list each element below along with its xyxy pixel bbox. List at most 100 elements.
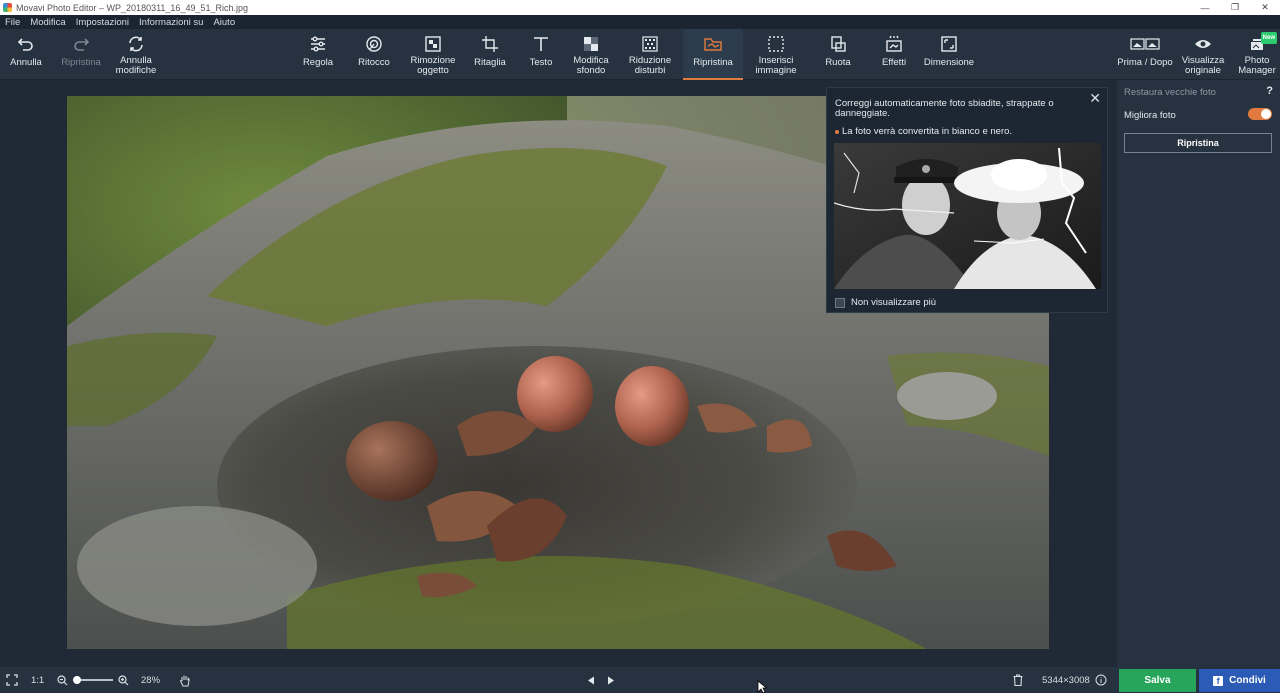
tool-resize[interactable]: Dimensione: [922, 29, 976, 80]
rotate-icon: [828, 34, 848, 54]
popup-note-text: La foto verrà convertita in bianco e ner…: [842, 126, 1013, 137]
maximize-icon[interactable]: ❐: [1220, 0, 1250, 15]
photo-manager-button[interactable]: New Photo Manager: [1234, 29, 1280, 80]
fullscreen-icon[interactable]: [6, 667, 18, 693]
show-original-button[interactable]: Visualizza originale: [1180, 29, 1226, 80]
photo-manager-label-2: Manager: [1238, 65, 1276, 76]
resize-label: Dimensione: [923, 57, 975, 68]
app-logo-icon: [3, 3, 12, 12]
previous-image-icon[interactable]: [587, 667, 595, 693]
sliders-icon: [308, 34, 328, 54]
minimize-icon[interactable]: —: [1190, 0, 1220, 15]
sample-old-photo: [834, 143, 1101, 289]
text-icon: [531, 34, 551, 54]
restore-label: Ripristina: [693, 57, 733, 68]
tool-insert-image[interactable]: Inserisci immagine: [752, 29, 800, 80]
eye-icon: [1193, 34, 1213, 54]
tool-rotate[interactable]: Ruota: [818, 29, 858, 80]
tool-crop[interactable]: Ritaglia: [470, 29, 510, 80]
adjust-label: Regola: [302, 57, 334, 68]
enhance-label: Migliora foto: [1124, 110, 1176, 121]
retouch-icon: [364, 34, 384, 54]
undo-button[interactable]: Annulla: [5, 29, 47, 80]
facebook-icon: f: [1213, 675, 1224, 686]
text-label: Testo: [529, 57, 553, 68]
retouch-label: Ritocco: [358, 57, 390, 68]
title-bar: Movavi Photo Editor – WP_20180311_16_49_…: [0, 0, 1280, 15]
rotate-label: Ruota: [825, 57, 851, 68]
menu-file[interactable]: File: [0, 17, 25, 28]
noise-icon: [640, 34, 660, 54]
insert-image-label-2: immagine: [755, 65, 797, 76]
dont-show-label: Non visualizzare più: [851, 297, 937, 308]
insert-image-icon: [766, 34, 786, 54]
new-badge: New: [1260, 32, 1277, 44]
before-after-button[interactable]: Prima / Dopo: [1116, 29, 1174, 80]
refresh-icon: [126, 34, 146, 54]
info-icon[interactable]: [1095, 667, 1107, 693]
help-icon[interactable]: ?: [1266, 85, 1273, 97]
redo-icon: [71, 34, 91, 54]
mouse-cursor-icon: [757, 680, 768, 693]
crop-label: Ritaglia: [474, 57, 506, 68]
before-after-icon: [1130, 34, 1160, 54]
tool-adjust[interactable]: Regola: [296, 29, 340, 80]
toolbar: Annulla Ripristina Annulla modifiche Rego…: [0, 29, 1280, 80]
undo-all-label-2: modifiche: [115, 65, 157, 76]
undo-icon: [16, 34, 36, 54]
share-button[interactable]: f Condivi: [1199, 669, 1280, 692]
restore-button[interactable]: Ripristina: [1124, 133, 1272, 153]
undo-all-button[interactable]: Annulla modifiche: [112, 29, 160, 80]
window-title: Movavi Photo Editor – WP_20180311_16_49_…: [16, 2, 248, 13]
undo-label: Annulla: [10, 57, 42, 68]
image-dimensions: 5344×3008: [1042, 674, 1090, 686]
tool-text[interactable]: Testo: [522, 29, 560, 80]
resize-icon: [939, 34, 959, 54]
tool-change-background[interactable]: Modifica sfondo: [570, 29, 612, 80]
zoom-out-icon[interactable]: [57, 667, 68, 693]
share-label: Condivi: [1229, 675, 1266, 686]
enhance-toggle[interactable]: [1248, 108, 1272, 120]
popup-note: La foto verrà convertita in bianco e ner…: [835, 126, 1012, 137]
save-button[interactable]: Salva: [1119, 669, 1196, 692]
delete-icon[interactable]: [1013, 667, 1023, 693]
restore-info-popup: ✕ Correggi automaticamente foto sbiadite…: [826, 87, 1108, 313]
crop-icon: [480, 34, 500, 54]
status-bar: 1:1 28% 5344×3008 Salva f Condivi: [0, 667, 1280, 693]
dont-show-checkbox[interactable]: [835, 297, 845, 308]
close-icon[interactable]: ✕: [1089, 90, 1101, 107]
redo-label: Ripristina: [61, 57, 101, 68]
object-removal-icon: [423, 34, 443, 54]
menu-about[interactable]: Informazioni su: [134, 17, 208, 28]
background-icon: [581, 34, 601, 54]
zoom-in-icon[interactable]: [118, 667, 129, 693]
tool-object-removal[interactable]: Rimozione oggetto: [408, 29, 458, 80]
before-after-label: Prima / Dopo: [1117, 57, 1173, 68]
denoise-label-2: disturbi: [634, 65, 666, 76]
effects-label: Effetti: [881, 57, 907, 68]
restore-icon: [703, 34, 723, 54]
tool-restore[interactable]: Ripristina: [683, 29, 743, 80]
effects-icon: [884, 34, 904, 54]
tool-effects[interactable]: Effetti: [874, 29, 914, 80]
dont-show-again[interactable]: Non visualizzare più: [835, 297, 936, 308]
show-original-label-2: originale: [1185, 65, 1221, 76]
panel-title: Restaura vecchie foto: [1124, 87, 1216, 98]
actual-size-button[interactable]: 1:1: [31, 667, 44, 693]
hand-tool-icon[interactable]: [179, 667, 191, 693]
change-bg-label-2: sfondo: [576, 65, 606, 76]
window-controls: — ❐ ✕: [1190, 0, 1280, 15]
menu-settings[interactable]: Impostazioni: [71, 17, 134, 28]
close-window-icon[interactable]: ✕: [1250, 0, 1280, 15]
menu-edit[interactable]: Modifica: [25, 17, 70, 28]
tool-retouch[interactable]: Ritocco: [352, 29, 396, 80]
menu-bar: File Modifica Impostazioni Informazioni …: [0, 15, 1280, 29]
redo-button[interactable]: Ripristina: [58, 29, 104, 80]
zoom-slider-handle[interactable]: [73, 676, 81, 684]
menu-help[interactable]: Aiuto: [208, 17, 240, 28]
tool-denoise[interactable]: Riduzione disturbi: [626, 29, 674, 80]
popup-description: Correggi automaticamente foto sbiadite, …: [835, 98, 1054, 119]
zoom-level: 28%: [141, 674, 161, 686]
bullet-icon: [835, 129, 839, 134]
next-image-icon[interactable]: [607, 667, 615, 693]
